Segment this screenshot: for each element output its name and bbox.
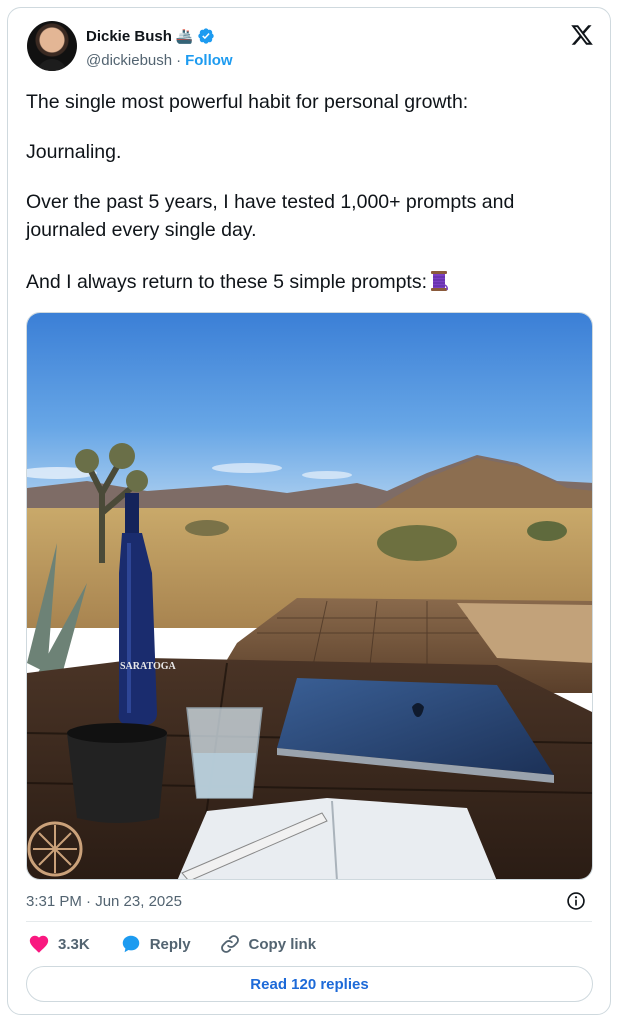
reply-button[interactable]: Reply bbox=[120, 933, 191, 955]
reply-label: Reply bbox=[149, 935, 191, 953]
reply-bubble-icon bbox=[122, 935, 139, 953]
avatar[interactable] bbox=[27, 21, 77, 71]
bottle-label: SARATOGA bbox=[120, 661, 177, 672]
verified-badge-icon bbox=[198, 28, 214, 44]
author-name-row: Dickie Bush 🚢 bbox=[86, 27, 215, 45]
like-button[interactable]: 3.3K bbox=[28, 933, 90, 955]
heart-icon bbox=[29, 935, 49, 953]
tweet-paragraph: The single most powerful habit for perso… bbox=[26, 91, 469, 113]
link-icon bbox=[220, 935, 239, 953]
action-bar: 3.3K Reply Copy link bbox=[28, 933, 316, 955]
author-name[interactable]: Dickie Bush bbox=[86, 28, 172, 45]
follow-button[interactable]: Follow bbox=[185, 52, 233, 69]
desert-photo-illustration: SARATOGA bbox=[27, 313, 592, 879]
ship-emoji: 🚢 bbox=[175, 28, 194, 44]
tweet-card: Dickie Bush 🚢 @dickiebush · Follow The s… bbox=[7, 7, 611, 1015]
tweet-timestamp[interactable]: 3:31 PM · Jun 23, 2025 bbox=[26, 893, 182, 910]
handle-row: @dickiebush · Follow bbox=[86, 52, 233, 69]
copy-link-label: Copy link bbox=[248, 935, 317, 953]
tweet-paragraph: Over the past 5 years, I have tested 1,0… bbox=[26, 191, 515, 241]
copy-link-button[interactable]: Copy link bbox=[219, 933, 317, 955]
divider bbox=[26, 921, 592, 922]
like-count: 3.3K bbox=[58, 935, 90, 953]
author-handle[interactable]: @dickiebush bbox=[86, 52, 172, 69]
separator: · bbox=[176, 52, 182, 69]
info-icon[interactable] bbox=[566, 891, 586, 911]
read-replies-button[interactable]: Read 120 replies bbox=[26, 966, 593, 1002]
tweet-paragraph: Journaling. bbox=[26, 141, 122, 163]
tweet-text: The single most powerful habit for perso… bbox=[26, 88, 596, 318]
tweet-photo[interactable]: SARATOGA bbox=[26, 312, 593, 880]
tweet-paragraph: And I always return to these 5 simple pr… bbox=[26, 271, 428, 293]
thread-spool-icon bbox=[431, 271, 449, 291]
x-logo-icon[interactable] bbox=[570, 23, 594, 47]
tweet-paragraph-last: And I always return to these 5 simple pr… bbox=[26, 268, 596, 296]
